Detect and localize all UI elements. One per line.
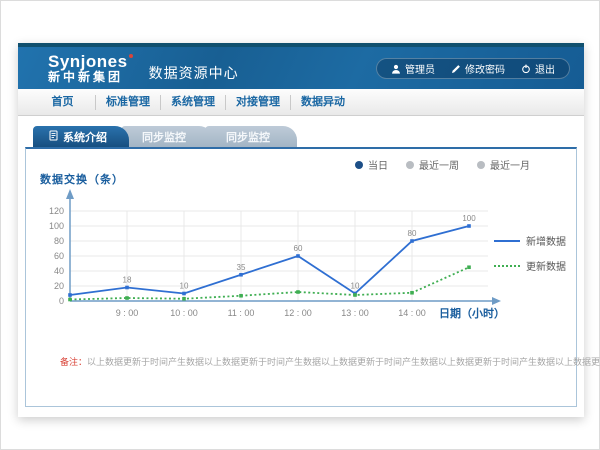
svg-text:35: 35 <box>237 263 246 272</box>
svg-text:12 : 00: 12 : 00 <box>284 308 312 318</box>
svg-text:日期（小时）: 日期（小时） <box>439 306 505 320</box>
tab-2[interactable]: 同步监控 <box>205 126 297 147</box>
legend-item-0: 新增数据 <box>494 233 566 248</box>
line-chart: 0 20 40 60 80 100 120 9 : 00 10 : 00 11 : 00 12 : … <box>40 185 560 337</box>
tab-label: 同步监控 <box>142 129 186 145</box>
svg-text:120: 120 <box>49 206 64 216</box>
svg-text:60: 60 <box>54 251 64 261</box>
logo-wordmark: Synjones <box>48 53 133 71</box>
svg-text:80: 80 <box>54 236 64 246</box>
range-filter-0[interactable]: 当日 <box>355 157 388 172</box>
edit-icon <box>451 64 461 74</box>
page-title: 数据资源中心 <box>149 63 239 83</box>
user-menu: 管理员 修改密码 退出 <box>376 58 570 79</box>
radio-dot-icon <box>355 161 363 169</box>
svg-text:20: 20 <box>54 281 64 291</box>
footnote-label: 备注： <box>60 357 87 367</box>
svg-text:60: 60 <box>294 244 303 253</box>
filter-label: 最近一月 <box>490 157 530 172</box>
radio-dot-icon <box>406 161 414 169</box>
content-area: 系统介绍同步监控同步监控 当日最近一周最近一月 数据交换（条） 02040608… <box>18 116 584 413</box>
user-icon <box>391 64 401 74</box>
svg-text:100: 100 <box>462 214 476 223</box>
svg-text:10: 10 <box>351 282 360 291</box>
svg-text:0: 0 <box>59 296 64 306</box>
svg-text:13 : 00: 13 : 00 <box>341 308 369 318</box>
svg-text:14 : 00: 14 : 00 <box>398 308 426 318</box>
footnote: 备注：以上数据更新于时间产生数据以上数据更新于时间产生数据以上数据更新于时间产生… <box>60 355 600 368</box>
app-window: Synjones 新中新集团 数据资源中心 管理员修改密码退出 首页标准管理系统… <box>18 43 584 417</box>
svg-text:100: 100 <box>49 221 64 231</box>
user-menu-item-1[interactable]: 修改密码 <box>451 61 505 76</box>
filter-label: 最近一周 <box>419 157 459 172</box>
legend-item-1: 更新数据 <box>494 258 566 273</box>
chart-legend: 新增数据更新数据 <box>494 233 566 273</box>
main-nav: 首页标准管理系统管理对接管理数据异动 <box>18 89 584 116</box>
tab-0[interactable]: 系统介绍 <box>33 126 129 147</box>
range-filter-group: 当日 最近一周 最近一月 <box>355 157 530 172</box>
legend-label: 更新数据 <box>526 258 566 273</box>
range-filter-2[interactable]: 最近一月 <box>477 157 530 172</box>
tab-panel: 当日最近一周最近一月 数据交换（条） 0204060801001209 : 00… <box>25 147 577 407</box>
svg-text:80: 80 <box>408 229 417 238</box>
nav-item-2[interactable]: 系统管理 <box>160 95 225 110</box>
radio-dot-icon <box>477 161 485 169</box>
power-icon <box>521 64 531 74</box>
tab-label: 系统介绍 <box>63 129 107 145</box>
svg-text:11 : 00: 11 : 00 <box>228 308 255 318</box>
user-menu-item-2[interactable]: 退出 <box>521 61 555 76</box>
user-menu-label: 修改密码 <box>465 61 505 76</box>
nav-item-0[interactable]: 首页 <box>30 95 95 110</box>
filter-label: 当日 <box>368 157 388 172</box>
nav-item-4[interactable]: 数据异动 <box>290 95 355 110</box>
logo-company-name: 新中新集团 <box>48 71 133 84</box>
tab-bar: 系统介绍 同步监控 同步监控 <box>33 126 297 147</box>
legend-swatch-icon <box>494 240 520 242</box>
logo: Synjones 新中新集团 <box>48 53 133 83</box>
legend-swatch-icon <box>494 265 520 267</box>
footnote-text: 以上数据更新于时间产生数据以上数据更新于时间产生数据以上数据更新于时间产生数据以… <box>87 357 600 367</box>
nav-item-3[interactable]: 对接管理 <box>225 95 290 110</box>
svg-text:10: 10 <box>180 282 189 291</box>
document-icon <box>49 130 58 144</box>
svg-text:18: 18 <box>123 276 132 285</box>
svg-text:9 : 00: 9 : 00 <box>116 308 139 318</box>
user-menu-label: 管理员 <box>405 61 435 76</box>
tab-label: 同步监控 <box>226 129 270 145</box>
nav-item-1[interactable]: 标准管理 <box>95 95 160 110</box>
tab-1[interactable]: 同步监控 <box>121 126 213 147</box>
svg-text:40: 40 <box>54 266 64 276</box>
range-filter-1[interactable]: 最近一周 <box>406 157 459 172</box>
app-header: Synjones 新中新集团 数据资源中心 管理员 修改密码 退出 <box>18 43 584 89</box>
svg-text:10 : 00: 10 : 00 <box>170 308 198 318</box>
legend-label: 新增数据 <box>526 233 566 248</box>
user-menu-label: 退出 <box>535 61 555 76</box>
user-menu-item-0[interactable]: 管理员 <box>391 61 435 76</box>
